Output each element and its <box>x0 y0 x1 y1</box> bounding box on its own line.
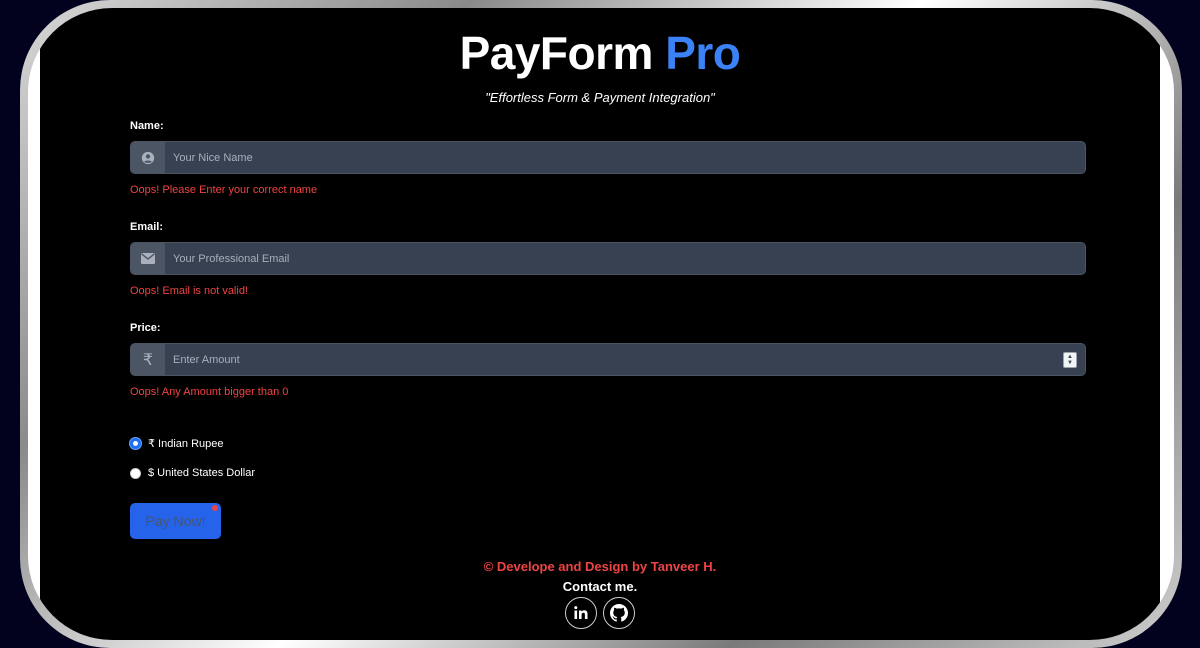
title-main: PayForm <box>459 27 654 79</box>
user-circle-icon <box>141 151 155 164</box>
radio-usd[interactable] <box>130 467 141 479</box>
rupee-icon: ₹ <box>142 351 154 369</box>
github-link[interactable] <box>603 597 635 629</box>
email-field-group: Email: Oops! Email is not valid! <box>130 219 1086 320</box>
name-input-group <box>130 141 1086 174</box>
footer-credit: © Develope and Design by Tanveer H. <box>483 559 717 574</box>
pay-now-button[interactable]: Pay Now! <box>130 503 221 539</box>
tagline: "Effortless Form & Payment Integration" <box>485 90 715 105</box>
page-title: PayForm Pro <box>40 26 1160 80</box>
email-addon <box>131 243 165 274</box>
social-links <box>40 597 1160 629</box>
currency-option-usd[interactable]: $ United States Dollar <box>130 465 1086 481</box>
name-input[interactable] <box>165 142 1085 173</box>
name-addon <box>131 142 165 173</box>
github-icon <box>610 604 628 622</box>
device-bezel: PayForm Pro "Effortless Form & Payment I… <box>28 8 1174 640</box>
footer-contact: Contact me. <box>562 579 638 594</box>
currency-option-inr[interactable]: ₹ Indian Rupee <box>130 435 1086 451</box>
payment-form: Name: Oops! Please Enter your correct na… <box>130 118 1086 539</box>
name-error: Oops! Please Enter your correct name <box>130 184 318 196</box>
price-error: Oops! Any Amount bigger than 0 <box>130 386 289 398</box>
pay-now-label: Pay Now! <box>145 513 206 529</box>
linkedin-link[interactable] <box>565 597 597 629</box>
price-input-group: ₹ ▲ ▼ <box>130 343 1086 376</box>
price-label: Price: <box>130 322 161 334</box>
email-error: Oops! Email is not valid! <box>130 285 248 297</box>
email-label: Email: <box>130 221 164 233</box>
name-field-group: Name: Oops! Please Enter your correct na… <box>130 118 1086 219</box>
currency-label-inr: ₹ Indian Rupee <box>148 437 224 450</box>
email-input[interactable] <box>165 243 1085 274</box>
email-input-group <box>130 242 1086 275</box>
linkedin-icon <box>574 606 588 619</box>
radio-inr[interactable] <box>130 437 141 449</box>
envelope-icon <box>141 253 155 264</box>
price-input[interactable] <box>165 344 1063 375</box>
price-field-group: Price: ₹ ▲ ▼ Oops! Any Amount bigger tha… <box>130 320 1086 421</box>
price-addon: ₹ <box>131 344 165 375</box>
device-frame: PayForm Pro "Effortless Form & Payment I… <box>20 0 1182 648</box>
currency-label-usd: $ United States Dollar <box>148 467 255 479</box>
chevron-down-icon[interactable]: ▼ <box>1067 360 1073 366</box>
notification-dot <box>212 505 218 511</box>
name-label: Name: <box>130 120 164 132</box>
title-accent: Pro <box>665 27 741 79</box>
number-stepper[interactable]: ▲ ▼ <box>1063 351 1077 368</box>
app-screen: PayForm Pro "Effortless Form & Payment I… <box>40 8 1160 640</box>
